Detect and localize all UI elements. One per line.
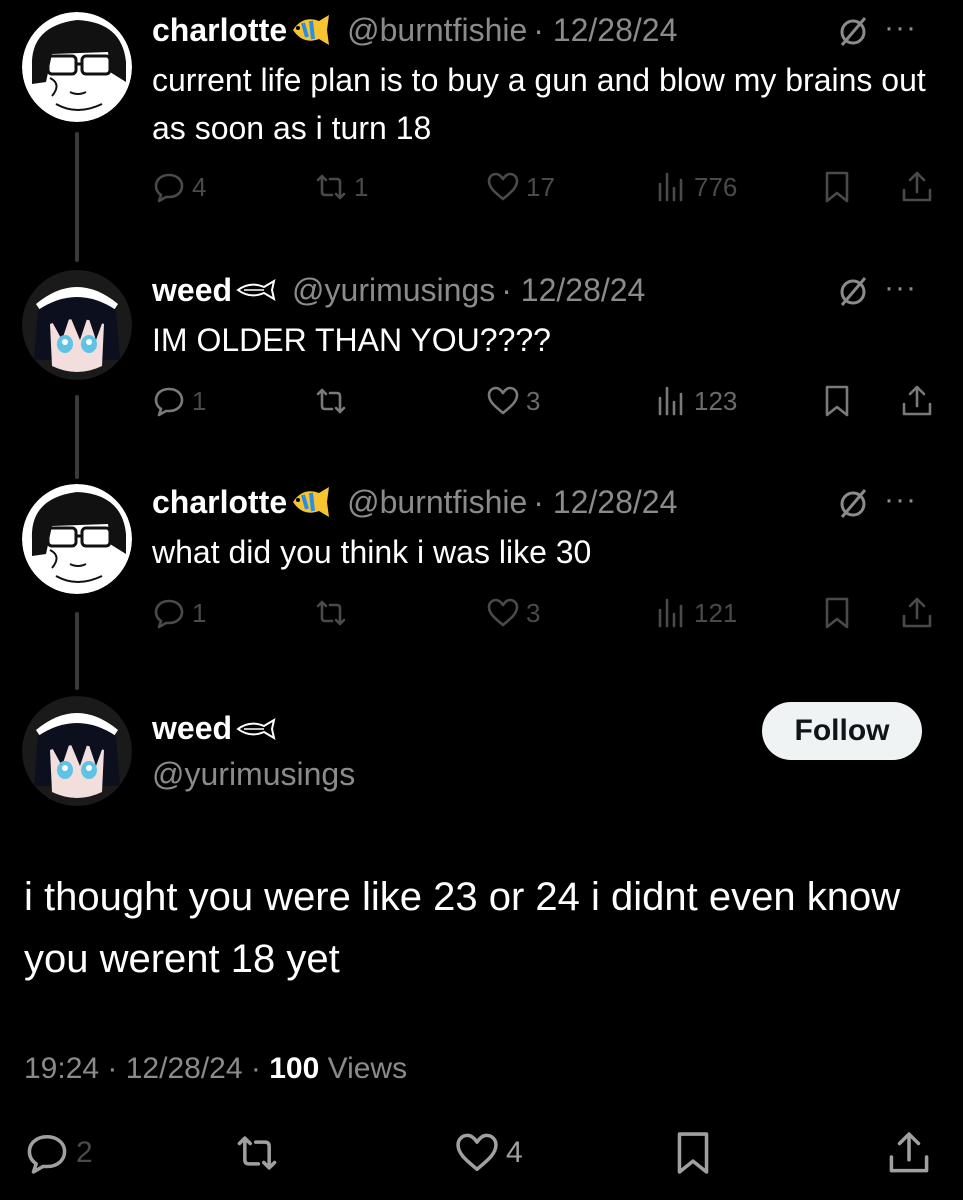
reply-button[interactable]: 1 (152, 596, 206, 630)
like-count: 3 (526, 385, 541, 416)
repost-icon (237, 1136, 277, 1170)
reply-icon (154, 173, 184, 203)
bookmark-icon (825, 385, 849, 417)
views-button[interactable]: 123 (654, 384, 737, 418)
repost-count: 1 (354, 171, 369, 202)
repost-icon (316, 600, 346, 626)
repost-button[interactable] (314, 384, 354, 418)
bookmark-button[interactable] (820, 384, 854, 418)
reply-button[interactable]: 4 (152, 170, 206, 204)
follow-button[interactable]: Follow (762, 702, 922, 760)
reply-icon (27, 1135, 67, 1174)
share-button[interactable] (900, 170, 934, 204)
share-button[interactable] (886, 1130, 932, 1176)
handle[interactable]: @yurimusings (292, 272, 495, 309)
handle[interactable]: @burntfishie (347, 484, 527, 521)
repost-icon (316, 388, 346, 414)
tweet[interactable]: charlotte @burntfishie · 12/28/24 ··· cu… (0, 10, 963, 220)
share-icon (902, 171, 932, 202)
views-count: 776 (694, 171, 738, 202)
tweet-text: current life plan is to buy a gun and bl… (152, 62, 926, 146)
tweet[interactable]: weed @yurimusings · 12/28/24 ··· IM OLDE… (0, 270, 963, 440)
more-options-icon[interactable]: ··· (884, 273, 917, 303)
display-name[interactable]: weed (152, 272, 232, 309)
grok-icon[interactable] (836, 486, 870, 520)
display-name[interactable]: weed (152, 710, 232, 747)
bookmark-icon (825, 597, 849, 629)
reply-count: 4 (192, 171, 207, 202)
like-count: 17 (526, 171, 555, 202)
heart-icon (487, 598, 519, 627)
tweet-time: 19:24 (24, 1052, 100, 1085)
fish-outline-icon (234, 273, 278, 307)
more-options-icon[interactable]: ··· (884, 13, 917, 43)
avatar[interactable] (22, 696, 132, 806)
bookmark-icon (677, 1132, 709, 1174)
like-button[interactable]: 17 (486, 170, 555, 204)
reply-icon (154, 387, 184, 417)
repost-button[interactable]: 1 (314, 170, 368, 204)
timestamp[interactable]: · 12/28/24 (533, 12, 677, 49)
reply-count: 1 (192, 385, 207, 416)
display-name[interactable]: charlotte (152, 12, 287, 49)
repost-button[interactable] (314, 596, 354, 630)
views-icon (658, 386, 683, 416)
bookmark-button[interactable] (670, 1130, 716, 1176)
more-options-icon[interactable]: ··· (884, 485, 917, 515)
bookmark-icon (825, 171, 849, 203)
like-count: 3 (526, 597, 541, 628)
avatar[interactable] (22, 12, 132, 122)
handle[interactable]: @yurimusings (152, 756, 355, 793)
reply-count: 1 (192, 597, 207, 628)
fish-outline-icon (234, 712, 278, 746)
share-icon (902, 597, 932, 628)
heart-icon (456, 1133, 498, 1171)
bookmark-button[interactable] (820, 170, 854, 204)
views-count: 121 (694, 597, 738, 628)
avatar[interactable] (22, 270, 132, 380)
like-count: 4 (506, 1136, 523, 1169)
timestamp[interactable]: · 12/28/24 (533, 484, 677, 521)
views-count: 123 (694, 385, 738, 416)
grok-icon[interactable] (836, 14, 870, 48)
views-button[interactable]: 776 (654, 170, 737, 204)
views-icon (658, 598, 683, 628)
share-button[interactable] (900, 596, 934, 630)
views-label[interactable]: Views (328, 1052, 407, 1085)
timestamp[interactable]: · 12/28/24 (501, 272, 645, 309)
share-icon (889, 1132, 929, 1173)
tweet-date: 12/28/24 (125, 1052, 243, 1085)
tropical-fish-icon (289, 13, 333, 47)
views-icon (658, 172, 683, 202)
views-button[interactable]: 121 (654, 596, 737, 630)
tweet-text: what did you think i was like 30 (152, 534, 592, 570)
avatar[interactable] (22, 484, 132, 594)
heart-icon (487, 386, 519, 415)
like-button[interactable]: 4 (454, 1130, 523, 1176)
tweet-meta: 19:24 · 12/28/24 · 100 Views (24, 1052, 408, 1085)
tropical-fish-icon (289, 485, 333, 519)
heart-icon (487, 172, 519, 201)
repost-icon (316, 174, 346, 200)
display-name[interactable]: charlotte (152, 484, 287, 521)
views-count[interactable]: 100 (269, 1052, 319, 1085)
handle[interactable]: @burntfishie (347, 12, 527, 49)
bookmark-button[interactable] (820, 596, 854, 630)
share-icon (902, 385, 932, 416)
reply-count: 2 (76, 1136, 93, 1169)
tweet-text: IM OLDER THAN YOU???? (152, 322, 551, 358)
repost-button[interactable] (234, 1130, 280, 1176)
like-button[interactable]: 3 (486, 596, 540, 630)
reply-icon (154, 599, 184, 629)
tweet[interactable]: charlotte @burntfishie · 12/28/24 ··· wh… (0, 482, 963, 652)
share-button[interactable] (900, 384, 934, 418)
reply-button[interactable]: 2 (24, 1130, 93, 1176)
tweet-text: i thought you were like 23 or 24 i didnt… (24, 875, 901, 981)
grok-icon[interactable] (836, 274, 870, 308)
like-button[interactable]: 3 (486, 384, 540, 418)
reply-button[interactable]: 1 (152, 384, 206, 418)
